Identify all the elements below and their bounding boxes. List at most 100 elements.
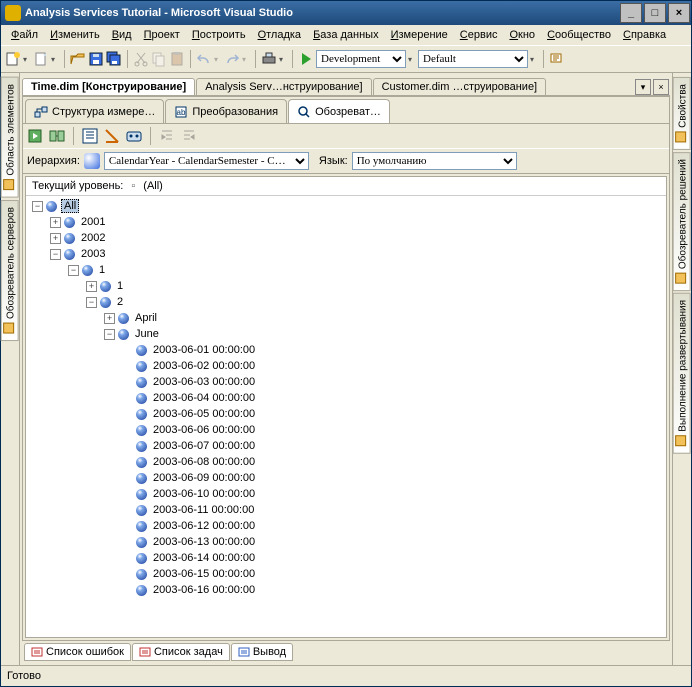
start-icon[interactable]	[298, 51, 314, 67]
menu-измерение[interactable]: Измерение	[385, 27, 454, 43]
reconnect-icon[interactable]	[48, 127, 66, 145]
expand-toggle[interactable]: +	[50, 217, 61, 228]
process-icon[interactable]	[26, 127, 44, 145]
member-properties-icon[interactable]	[125, 127, 143, 145]
tree-node[interactable]: 2003-06-02 00:00:00	[28, 358, 664, 374]
autohide-tab[interactable]: Свойства	[673, 77, 691, 150]
new-project-icon[interactable]	[5, 51, 21, 67]
tree-node[interactable]: 2003-06-11 00:00:00	[28, 502, 664, 518]
save-all-icon[interactable]	[106, 51, 122, 67]
undo-dropdown[interactable]	[214, 53, 222, 65]
tree-node[interactable]: +April	[28, 310, 664, 326]
tree-node[interactable]: 2003-06-14 00:00:00	[28, 550, 664, 566]
tree-node[interactable]: −1	[28, 262, 664, 278]
autohide-tab[interactable]: Область элементов	[1, 77, 19, 198]
doc-tab[interactable]: Customer.dim …струирование]	[373, 78, 547, 95]
expand-toggle[interactable]: −	[104, 329, 115, 340]
menu-справка[interactable]: Справка	[617, 27, 672, 43]
expand-toggle[interactable]: −	[68, 265, 79, 276]
designer-tab[interactable]: abПреобразования	[165, 99, 287, 123]
menu-построить[interactable]: Построить	[186, 27, 252, 43]
platform-extra-dropdown[interactable]	[530, 53, 538, 65]
redo-dropdown[interactable]	[242, 53, 250, 65]
refresh-icon[interactable]	[81, 127, 99, 145]
config-extra-dropdown[interactable]	[408, 53, 416, 65]
tree-node[interactable]: +2002	[28, 230, 664, 246]
tree-node[interactable]: 2003-06-04 00:00:00	[28, 390, 664, 406]
tree-node[interactable]: 2003-06-15 00:00:00	[28, 566, 664, 582]
autohide-tab[interactable]: Обозреватель серверов	[1, 200, 19, 341]
menu-изменить[interactable]: Изменить	[44, 27, 106, 43]
title-bar[interactable]: Analysis Services Tutorial - Microsoft V…	[1, 1, 691, 25]
expand-toggle[interactable]: −	[50, 249, 61, 260]
find-icon[interactable]	[549, 51, 565, 67]
copy-icon[interactable]	[151, 51, 167, 67]
menu-сервис[interactable]: Сервис	[454, 27, 504, 43]
indent-icon[interactable]	[158, 127, 176, 145]
tree-node[interactable]: +1	[28, 278, 664, 294]
tree-node[interactable]: 2003-06-12 00:00:00	[28, 518, 664, 534]
minimize-button[interactable]: _	[620, 3, 642, 23]
expand-toggle[interactable]: −	[32, 201, 43, 212]
tree-node[interactable]: 2003-06-16 00:00:00	[28, 582, 664, 598]
menu-база данных[interactable]: База данных	[307, 27, 385, 43]
expand-toggle[interactable]: +	[86, 281, 97, 292]
tool-window-tab[interactable]: Список ошибок	[24, 643, 131, 661]
tree-node[interactable]: −All	[28, 198, 664, 214]
new-project-dropdown[interactable]	[23, 53, 31, 65]
deploy-icon[interactable]	[261, 51, 277, 67]
tree-node[interactable]: 2003-06-06 00:00:00	[28, 422, 664, 438]
paste-icon[interactable]	[169, 51, 185, 67]
expand-toggle[interactable]: +	[104, 313, 115, 324]
tree-node[interactable]: 2003-06-05 00:00:00	[28, 406, 664, 422]
tree-node[interactable]: 2003-06-10 00:00:00	[28, 486, 664, 502]
expand-toggle[interactable]: +	[50, 233, 61, 244]
menu-окно[interactable]: Окно	[503, 27, 541, 43]
tool-window-tab[interactable]: Вывод	[231, 643, 293, 661]
undo-icon[interactable]	[196, 51, 212, 67]
maximize-button[interactable]: □	[644, 3, 666, 23]
menu-файл[interactable]: Файл	[5, 27, 44, 43]
left-sidebar: Область элементов Обозреватель серверов	[1, 73, 20, 665]
deploy-dropdown[interactable]	[279, 53, 287, 65]
tree-node[interactable]: 2003-06-01 00:00:00	[28, 342, 664, 358]
doc-tab[interactable]: Analysis Serv…нструирование]	[196, 78, 371, 95]
designer-tab[interactable]: Структура измере…	[25, 99, 164, 123]
member-icon	[136, 521, 147, 532]
tree-node[interactable]: +2001	[28, 214, 664, 230]
tree-node[interactable]: −2	[28, 294, 664, 310]
writeback-icon[interactable]	[103, 127, 121, 145]
add-item-icon[interactable]	[33, 51, 49, 67]
member-tree[interactable]: −All+2001+2002−2003−1+1−2+April−June2003…	[26, 196, 666, 637]
cut-icon[interactable]	[133, 51, 149, 67]
open-icon[interactable]	[70, 51, 86, 67]
tool-window-tab[interactable]: Список задач	[132, 643, 230, 661]
tree-node[interactable]: −June	[28, 326, 664, 342]
tree-node[interactable]: 2003-06-07 00:00:00	[28, 438, 664, 454]
tree-node[interactable]: 2003-06-03 00:00:00	[28, 374, 664, 390]
designer-tab[interactable]: Обозреват…	[288, 99, 390, 123]
close-button[interactable]: ×	[668, 3, 690, 23]
add-item-dropdown[interactable]	[51, 53, 59, 65]
tree-node[interactable]: 2003-06-09 00:00:00	[28, 470, 664, 486]
autohide-tab[interactable]: Выполнение развертывания	[673, 293, 691, 454]
tree-node[interactable]: −2003	[28, 246, 664, 262]
save-icon[interactable]	[88, 51, 104, 67]
menu-проект[interactable]: Проект	[138, 27, 186, 43]
language-select[interactable]: По умолчанию	[352, 152, 517, 170]
tree-node[interactable]: 2003-06-13 00:00:00	[28, 534, 664, 550]
menu-вид[interactable]: Вид	[106, 27, 138, 43]
platform-select[interactable]: Default	[418, 50, 528, 68]
tab-list-button[interactable]: ▾	[635, 79, 651, 95]
menu-сообщество[interactable]: Сообщество	[541, 27, 617, 43]
menu-отладка[interactable]: Отладка	[252, 27, 308, 43]
tab-close-button[interactable]: ×	[653, 79, 669, 95]
outdent-icon[interactable]	[180, 127, 198, 145]
config-select[interactable]: Development	[316, 50, 406, 68]
autohide-tab[interactable]: Обозреватель решений	[673, 152, 691, 291]
expand-toggle[interactable]: −	[86, 297, 97, 308]
tree-node[interactable]: 2003-06-08 00:00:00	[28, 454, 664, 470]
redo-icon[interactable]	[224, 51, 240, 67]
hierarchy-select[interactable]: CalendarYear - CalendarSemester - C…	[104, 152, 309, 170]
doc-tab[interactable]: Time.dim [Конструирование]	[22, 78, 195, 95]
